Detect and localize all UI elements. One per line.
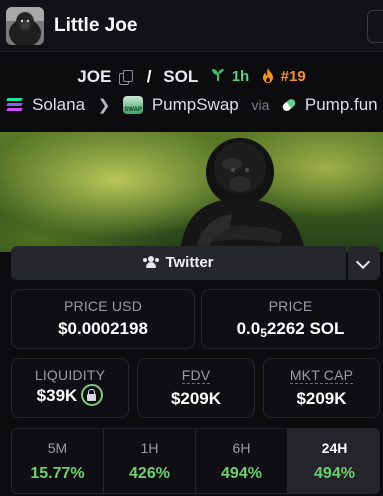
liquidity-label: LIQUIDITY (34, 367, 106, 383)
tab-24h-change: 494% (314, 465, 355, 482)
price-usd-card: PRICE USD $0.0002198 (11, 289, 195, 349)
twitter-button[interactable]: Twitter (11, 246, 346, 280)
pair-row: JOE / SOL 1h #19 (0, 66, 383, 88)
pumpswap-badge: SWAP (124, 106, 142, 113)
solana-icon (5, 97, 24, 112)
tab-6h[interactable]: 6H 494% (196, 429, 288, 493)
price-native-digits: 2262 SOL (266, 319, 345, 338)
fire-icon (262, 67, 274, 86)
gorilla-image (180, 138, 305, 252)
tab-1h[interactable]: 1H 426% (104, 429, 196, 493)
price-usd-label: PRICE USD (63, 298, 143, 314)
trending-rank: #19 (280, 68, 306, 86)
chevron-down-icon[interactable] (348, 246, 380, 280)
chevron-right-icon: ❯ (97, 96, 111, 114)
token-banner-image (0, 132, 383, 252)
fdv-label[interactable]: FDV (181, 367, 211, 384)
chain-link[interactable]: Solana (32, 95, 85, 115)
tab-6h-change: 494% (221, 465, 262, 482)
tab-5m-label: 5M (47, 440, 68, 456)
twitter-label: Twitter (165, 254, 214, 271)
pumpswap-icon: SWAP (123, 95, 144, 114)
dex-link[interactable]: PumpSwap (152, 95, 239, 115)
timeframe-tabs: 5M 15.77% 1H 426% 6H 494% 24H 494% (11, 428, 380, 494)
via-label: via (251, 96, 270, 113)
price-native-prefix: 0.0 (236, 319, 261, 338)
price-native-zeros: 5 (260, 326, 267, 340)
quote-symbol: SOL (163, 66, 199, 86)
route-row: Solana ❯ SWAP PumpSwap via Pump.fun (0, 94, 383, 118)
sprout-icon (211, 68, 225, 85)
tab-6h-label: 6H (232, 440, 251, 456)
people-icon (143, 255, 160, 268)
copy-icon[interactable] (119, 70, 134, 86)
pair-age: 1h (231, 68, 250, 86)
fdv-value: $209K (170, 389, 222, 408)
tab-5m-change: 15.77% (30, 465, 85, 482)
fdv-card: FDV $209K (137, 358, 255, 418)
gorilla-avatar (6, 7, 44, 45)
tab-5m[interactable]: 5M 15.77% (12, 429, 104, 493)
header-action-button[interactable] (367, 10, 383, 43)
mktcap-value: $209K (296, 389, 347, 408)
pair-separator: / (146, 66, 152, 86)
tab-24h[interactable]: 24H 494% (288, 429, 379, 493)
liquidity-card: LIQUIDITY $39K (11, 358, 129, 418)
pill-icon (279, 95, 299, 115)
tab-1h-change: 426% (129, 465, 170, 482)
price-usd-value: $0.0002198 (58, 319, 148, 338)
base-symbol: JOE (77, 66, 112, 86)
lock-icon[interactable] (81, 383, 104, 406)
token-header: Little Joe (0, 0, 383, 52)
price-native-card: PRICE 0.052262 SOL (201, 289, 380, 349)
launchpad-link[interactable]: Pump.fun (305, 95, 378, 115)
tab-1h-label: 1H (140, 440, 159, 456)
liquidity-value: $39K (36, 386, 78, 405)
token-name: Little Joe (54, 15, 138, 36)
tab-24h-label: 24H (321, 440, 348, 456)
price-native-label: PRICE (268, 298, 313, 314)
price-native-value: 0.052262 SOL (202, 319, 379, 340)
liquidity-value-row: $39K (12, 383, 128, 406)
mktcap-label[interactable]: MKT CAP (289, 367, 354, 384)
mktcap-card: MKT CAP $209K (263, 358, 380, 418)
